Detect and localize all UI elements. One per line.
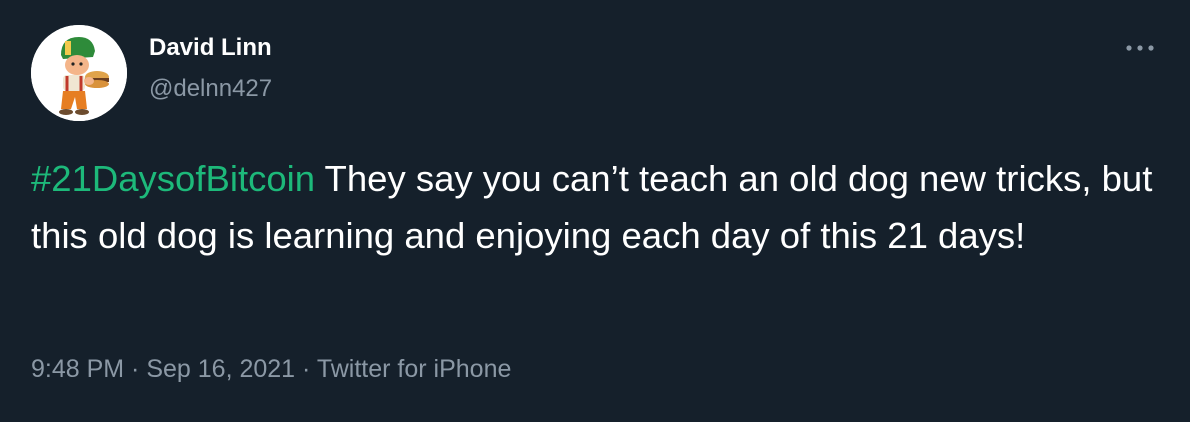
meta-separator: · bbox=[124, 355, 147, 383]
more-horizontal-icon bbox=[1126, 45, 1154, 51]
tweet-card: David Linn @delnn427 #21DaysofBitcoin Th… bbox=[0, 0, 1190, 422]
avatar[interactable] bbox=[31, 25, 127, 121]
tweet-meta: 9:48 PM · Sep 16, 2021 · Twitter for iPh… bbox=[31, 352, 511, 386]
tweet-date[interactable]: Sep 16, 2021 bbox=[146, 355, 295, 383]
tweet-source[interactable]: Twitter for iPhone bbox=[317, 355, 512, 383]
tweet-time[interactable]: 9:48 PM bbox=[31, 355, 124, 383]
avatar-image bbox=[31, 25, 127, 121]
author-handle[interactable]: @delnn427 bbox=[149, 74, 272, 104]
more-options-button[interactable] bbox=[1118, 30, 1162, 66]
author-display-name[interactable]: David Linn bbox=[149, 33, 272, 63]
meta-separator: · bbox=[295, 355, 317, 383]
tweet-text: #21DaysofBitcoin They say you can’t teac… bbox=[31, 150, 1156, 264]
hashtag-link[interactable]: #21DaysofBitcoin bbox=[31, 158, 315, 199]
